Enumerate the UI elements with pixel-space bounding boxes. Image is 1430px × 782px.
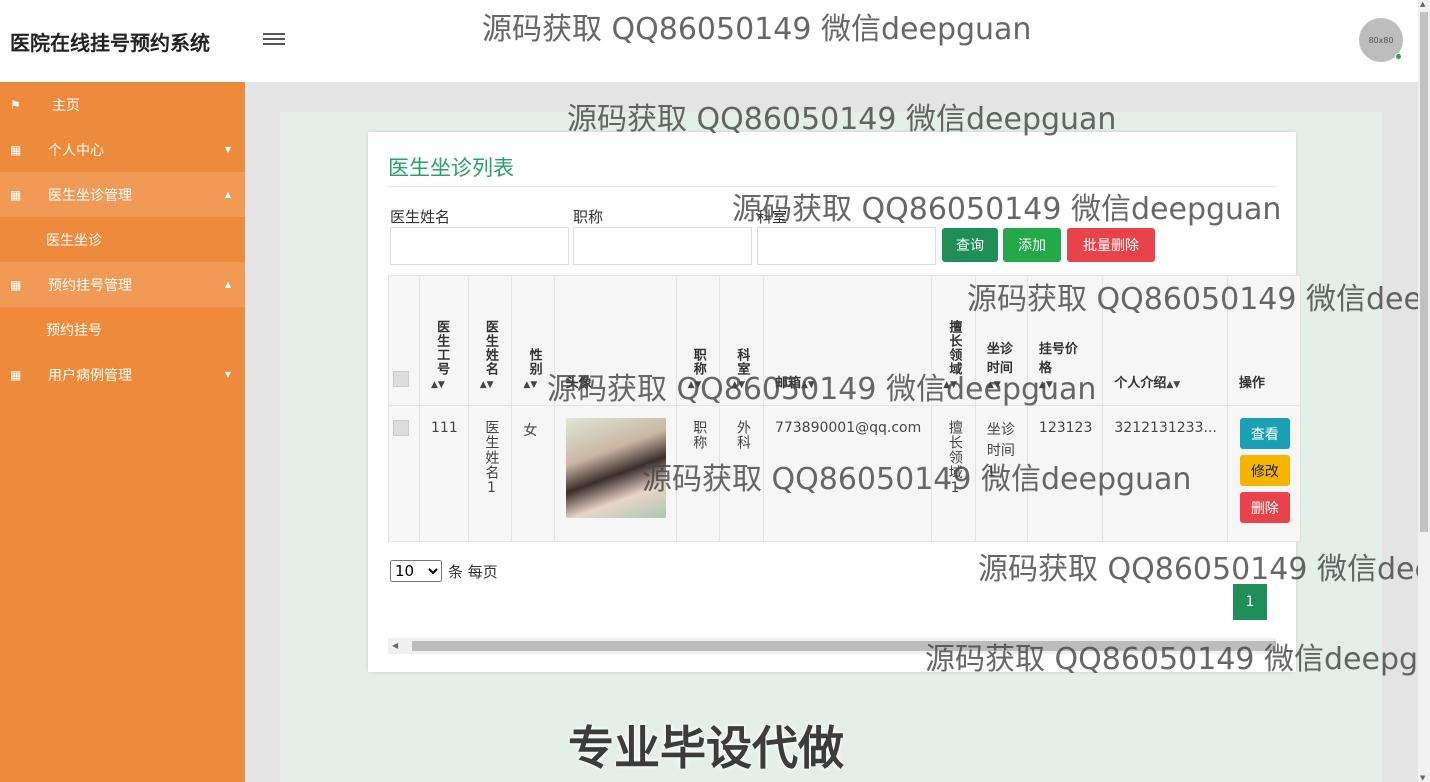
col-header-gender[interactable]: 性别 ▲▼ [511,275,555,406]
filter-label-dept: 科室 [757,208,788,226]
filter-label-name: 医生姓名 [390,208,451,226]
sort-icon: ▲▼ [523,380,538,390]
sort-icon: ▲▼ [431,380,445,390]
row-checkbox[interactable] [393,420,409,436]
caret-down-icon: ▼ [224,145,231,154]
col-header-intro[interactable]: 个人介绍▲▼ [1102,275,1228,406]
sidebar: ⚑ 主页 ▦ 个人中心 ▼ ▦ 医生坐诊管理 ▲ 医生坐诊 ▦ 预约挂号管理 ▲… [0,82,245,782]
sidebar-item-home[interactable]: ⚑ 主页 [0,82,245,127]
menu-toggle-icon[interactable] [263,30,285,50]
online-status-dot [1395,53,1402,60]
caret-up-icon: ▲ [224,190,231,199]
col-header-actions: 操作 [1226,275,1301,406]
cell-price: 123123 [1026,405,1104,542]
col-header-time[interactable]: 坐诊时间 ▲▼ [974,275,1028,406]
scroll-down-icon[interactable]: ▼ [1420,774,1425,782]
doctor-name-input[interactable] [390,227,569,265]
sidebar-item-label: 预约挂号管理 [48,277,132,294]
cell-time: 坐诊时间1 [974,405,1028,542]
sort-icon: ▲▼ [1166,380,1181,390]
sidebar-item-doctor-schedule-mgmt[interactable]: ▦ 医生坐诊管理 ▲ [0,172,245,217]
sidebar-item-label: 个人中心 [48,142,104,159]
col-header-email[interactable]: 邮箱▲▼ [762,275,933,406]
page-title: 医生坐诊列表 [388,156,514,180]
sort-icon: ▲▼ [731,380,746,390]
filter-label-title: 职称 [573,208,604,226]
cell-intro: 3212131233... [1102,405,1228,542]
col-header-price[interactable]: 挂号价格 ▲▼ [1026,275,1104,406]
select-all-checkbox[interactable] [393,371,409,387]
grid-icon: ▦ [10,367,22,382]
cell-name: 医生姓名1 [467,405,513,542]
grid-icon: ▦ [10,187,22,202]
sort-icon: ▲▼ [687,380,702,390]
scroll-up-icon[interactable]: ▲ [1420,0,1425,8]
row-select-cell [388,405,420,542]
sort-icon: ▲▼ [943,380,958,390]
title-input[interactable] [573,227,752,265]
table-header-row: 医生工号 ▲▼ 医生姓名 ▲▼ 性别 ▲▼ 头像 职称 ▲▼ 科室 ▲▼ 邮箱▲▼ 擅长领… [388,275,1301,406]
col-header-id[interactable]: 医生工号 ▲▼ [419,275,469,406]
page-number-button[interactable]: 1 [1233,584,1267,620]
scrollbar-thumb[interactable] [1420,12,1428,532]
sort-icon: ▲▼ [800,380,815,390]
caret-up-icon: ▲ [224,280,231,289]
sidebar-subitem-doctor-schedule[interactable]: 医生坐诊 [0,217,245,262]
department-input[interactable] [757,227,936,265]
cell-dept: 外科 [719,405,764,542]
avatar-placeholder-text: 80x80 [1368,35,1394,45]
sidebar-item-personal-center[interactable]: ▦ 个人中心 ▼ [0,127,245,172]
sidebar-item-appointment-mgmt[interactable]: ▦ 预约挂号管理 ▲ [0,262,245,307]
cell-id: 111 [419,405,469,542]
page-size-select[interactable]: 10 [390,560,442,582]
doctor-avatar-image [565,418,666,518]
sidebar-subitem-appointment[interactable]: 预约挂号 [0,307,245,352]
view-button[interactable]: 查看 [1239,418,1290,449]
cell-title: 职称 [675,405,721,542]
sidebar-item-label: 用户病例管理 [48,367,132,384]
grid-icon: ▦ [10,277,22,292]
add-button[interactable]: 添加 [1003,228,1061,262]
caret-down-icon: ▼ [224,370,231,379]
table-row: 111 医生姓名1 女 职称 外科 773890001@qq.com 擅长领域1… [388,405,1301,542]
sidebar-item-label: 主页 [52,97,80,114]
col-header-title[interactable]: 职称 ▲▼ [675,275,721,406]
flag-icon: ⚑ [10,97,21,112]
per-page-label: 条 每页 [448,562,498,581]
col-header-name[interactable]: 医生姓名 ▲▼ [467,275,513,406]
select-all-cell [388,275,420,406]
scroll-left-icon[interactable]: ◀ [392,641,398,650]
col-header-dept[interactable]: 科室 ▲▼ [719,275,764,406]
top-header: 医院在线挂号预约系统 80x80 [0,0,1418,82]
cell-avatar [553,405,677,542]
sort-icon: ▲▼ [986,380,1001,390]
scrollbar-thumb[interactable] [412,641,1276,651]
cell-gender: 女 [511,405,555,542]
cell-email: 773890001@qq.com [762,405,933,542]
batch-delete-button[interactable]: 批量删除 [1067,228,1155,262]
col-header-avatar[interactable]: 头像 [553,275,677,406]
app-title: 医院在线挂号预约系统 [10,31,210,55]
page-size-control: 10 条 每页 [390,560,498,582]
cell-actions: 查看 修改 删除 [1226,405,1301,542]
grid-icon: ▦ [10,142,22,157]
divider [388,186,1276,187]
vertical-scrollbar[interactable]: ▲ ▼ [1418,0,1430,782]
sidebar-item-case-mgmt[interactable]: ▦ 用户病例管理 ▼ [0,352,245,397]
cell-specialty: 擅长领域1 [931,405,976,542]
doctor-schedule-card: 医生坐诊列表 医生姓名 职称 科室 查询 添加 批量删除 医生工号 ▲▼ 医生姓名… [368,132,1301,672]
col-header-specialty[interactable]: 擅长领域 ▲▼ [931,275,976,406]
query-button[interactable]: 查询 [942,228,998,262]
avatar[interactable]: 80x80 [1359,18,1403,62]
sidebar-item-label: 医生坐诊管理 [48,187,132,204]
delete-button[interactable]: 删除 [1239,492,1290,523]
edit-button[interactable]: 修改 [1239,455,1290,486]
horizontal-scrollbar[interactable]: ◀ [388,638,1276,654]
doctor-schedule-table: 医生工号 ▲▼ 医生姓名 ▲▼ 性别 ▲▼ 头像 职称 ▲▼ 科室 ▲▼ 邮箱▲▼ 擅长领… [388,275,1301,542]
sort-icon: ▲▼ [1038,380,1053,390]
sort-icon: ▲▼ [479,380,494,390]
